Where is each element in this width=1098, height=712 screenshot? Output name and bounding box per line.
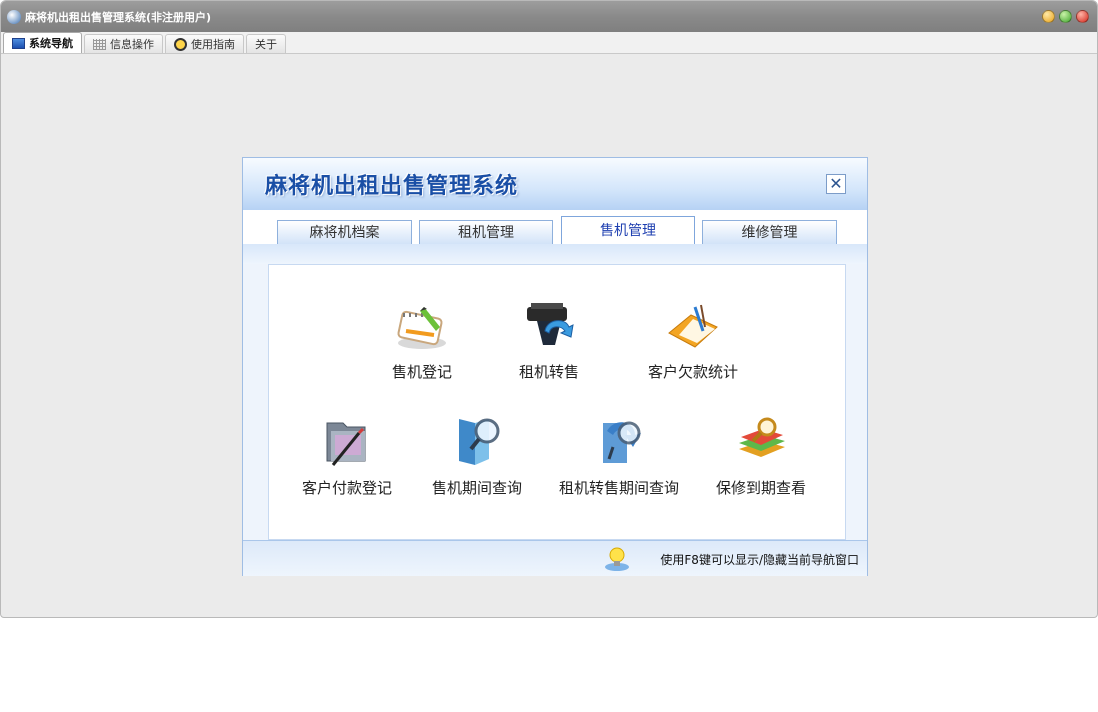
item-label: 租机转售 (518, 363, 579, 381)
nav-item-customer-payment-registration[interactable]: 客户付款登记 (291, 413, 403, 498)
nav-item-sales-period-query[interactable]: 售机期间查询 (421, 413, 533, 498)
lightbulb-icon (605, 547, 629, 571)
navigation-dialog: 麻将机出租出售管理系统 ✕ 麻将机档案 租机管理 售机管理 维修管理 售机登记 … (242, 157, 868, 576)
item-label: 租机转售期间查询 (558, 479, 679, 497)
item-label: 客户付款登记 (301, 479, 392, 497)
window-controls (1042, 10, 1089, 23)
document-magnifier-icon (603, 421, 641, 463)
monitor-icon (12, 37, 25, 49)
tab-label: 关于 (255, 38, 277, 51)
dialog-content: 售机登记 租机转售 客户欠款统计 客户付款登记 售机期间查询 租机转售期间查询 … (268, 264, 846, 540)
main-window: 麻将机出租出售管理系统(非注册用户) 系统导航 信息操作 使用指南 关于 麻将机… (0, 0, 1098, 618)
tab-label: 信息操作 (110, 38, 154, 51)
app-logo-icon (7, 9, 21, 24)
dialog-tab-bar: 麻将机档案 租机管理 售机管理 维修管理 (243, 210, 867, 244)
tab-repair-management[interactable]: 维修管理 (702, 220, 837, 244)
close-button[interactable] (1076, 10, 1089, 23)
grid-icon (93, 38, 106, 50)
dialog-title: 麻将机出租出售管理系统 (265, 173, 519, 199)
books-magnifier-icon (739, 417, 785, 457)
tab-label: 系统导航 (29, 37, 73, 50)
tab-label: 使用指南 (191, 38, 235, 51)
nav-item-customer-debt-stats[interactable]: 客户欠款统计 (633, 297, 753, 382)
title-bar: 麻将机出租出售管理系统(非注册用户) (1, 1, 1097, 32)
dialog-header: 麻将机出租出售管理系统 ✕ (243, 158, 867, 211)
minimize-button[interactable] (1042, 10, 1055, 23)
book-magnifier-icon (459, 418, 500, 465)
tab-user-guide[interactable]: 使用指南 (165, 34, 244, 53)
maximize-button[interactable] (1059, 10, 1072, 23)
item-label: 售机期间查询 (431, 479, 522, 497)
nav-item-rental-sale-period-query[interactable]: 租机转售期间查询 (549, 413, 689, 498)
printer-arrow-icon (527, 303, 574, 345)
folder-pencil-icon (326, 422, 366, 466)
item-label: 保修到期查看 (715, 479, 806, 497)
item-label: 售机登记 (391, 363, 452, 381)
nav-item-sale-registration[interactable]: 售机登记 (372, 297, 472, 382)
dialog-close-button[interactable]: ✕ (826, 174, 846, 194)
main-tab-bar: 系统导航 信息操作 使用指南 关于 (1, 32, 1097, 54)
tab-sales-management[interactable]: 售机管理 (561, 216, 695, 244)
tab-information-operations[interactable]: 信息操作 (84, 34, 163, 53)
tab-about[interactable]: 关于 (246, 34, 286, 53)
footer-hint: 使用F8键可以显示/隐藏当前导航窗口 (660, 553, 859, 567)
tab-machine-records[interactable]: 麻将机档案 (277, 220, 412, 244)
dialog-footer: 使用F8键可以显示/隐藏当前导航窗口 (243, 540, 867, 576)
register-notebook-icon (397, 307, 446, 349)
window-title: 麻将机出租出售管理系统(非注册用户) (25, 10, 212, 24)
nav-item-warranty-expiry-view[interactable]: 保修到期查看 (705, 413, 817, 498)
open-folder-pen-icon (668, 304, 718, 348)
tab-system-navigation[interactable]: 系统导航 (3, 32, 82, 53)
help-icon (174, 37, 187, 51)
nav-item-rental-to-sale[interactable]: 租机转售 (499, 297, 599, 382)
tab-rental-management[interactable]: 租机管理 (419, 220, 553, 244)
tab-underline-strip (243, 244, 867, 264)
item-label: 客户欠款统计 (647, 363, 738, 381)
